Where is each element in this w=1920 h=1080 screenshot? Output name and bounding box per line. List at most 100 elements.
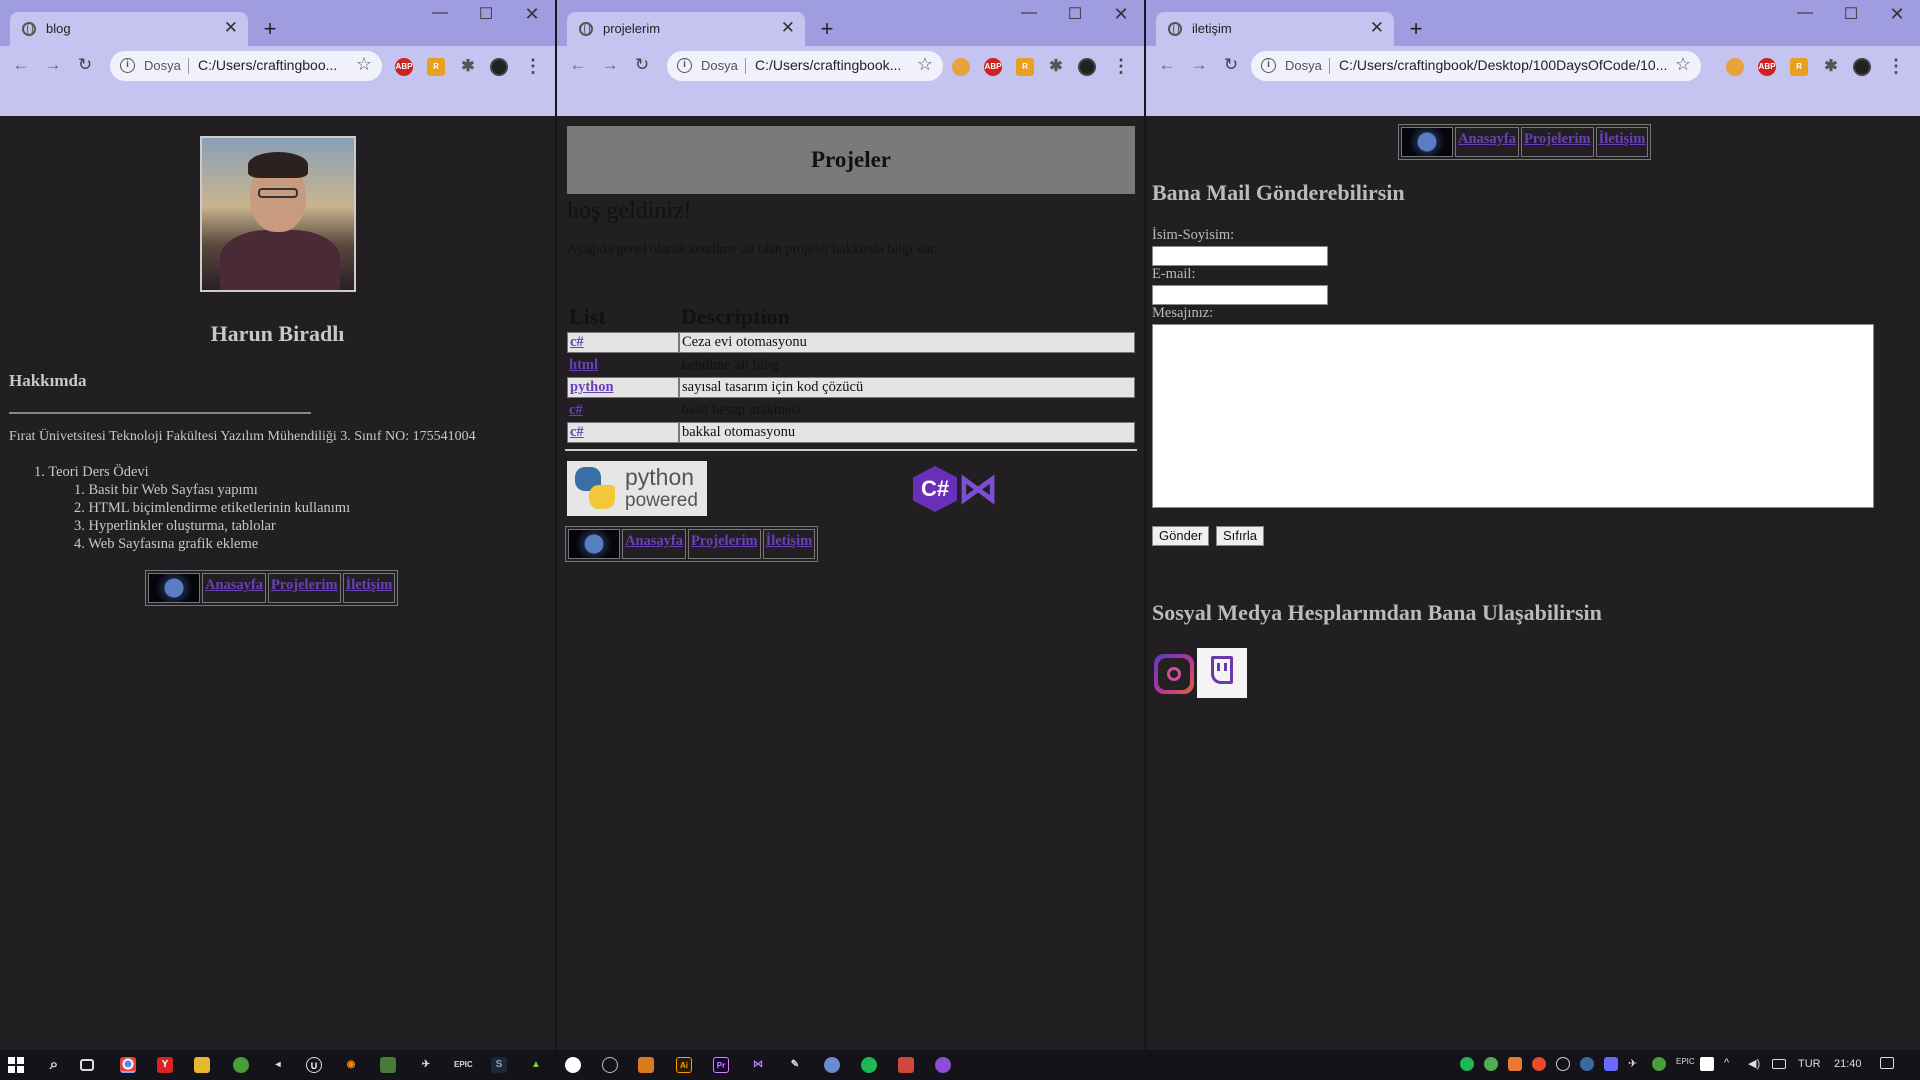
- app-icon[interactable]: ◂: [270, 1057, 286, 1073]
- nav-link-contact[interactable]: İletişim: [342, 573, 396, 603]
- url-text[interactable]: C:/Users/craftingbook/Desktop/100DaysOfC…: [1339, 57, 1669, 73]
- menu-icon[interactable]: ⋮: [1112, 57, 1130, 76]
- profile-avatar[interactable]: [1853, 58, 1871, 76]
- illustrator-icon[interactable]: Ai: [676, 1057, 692, 1073]
- back-button[interactable]: ←: [10, 54, 32, 76]
- notifications-icon[interactable]: [1880, 1057, 1894, 1069]
- submit-button[interactable]: Gönder: [1152, 526, 1210, 546]
- app-icon[interactable]: [935, 1057, 951, 1073]
- bookmark-star-icon[interactable]: ☆: [356, 54, 372, 75]
- app-icon[interactable]: [898, 1057, 914, 1073]
- address-bar[interactable]: i Dosya C:/Users/craftingbook/Desktop/10…: [1251, 51, 1701, 81]
- steam-tray-icon[interactable]: [1580, 1057, 1594, 1071]
- spotify-icon[interactable]: [861, 1057, 877, 1073]
- language-indicator[interactable]: TUR: [1798, 1058, 1821, 1070]
- rss-icon[interactable]: R: [427, 58, 445, 76]
- twitch-icon[interactable]: [1197, 648, 1247, 698]
- maximize-button[interactable]: ☐: [1052, 4, 1098, 24]
- minimize-button[interactable]: —: [1006, 4, 1052, 22]
- menu-icon[interactable]: ⋮: [524, 57, 542, 76]
- close-tab-icon[interactable]: ✕: [1370, 18, 1384, 38]
- chevron-up-icon[interactable]: ^: [1724, 1057, 1738, 1071]
- tab-projelerim[interactable]: projelerim ✕: [567, 12, 805, 46]
- project-link[interactable]: c#: [567, 400, 679, 420]
- blender-icon[interactable]: ◉: [343, 1057, 359, 1073]
- volume-icon[interactable]: ◀): [1748, 1057, 1762, 1071]
- adblock-icon[interactable]: ABP: [1758, 58, 1776, 76]
- extensions-icon[interactable]: ✱: [1047, 58, 1065, 76]
- tray-icon[interactable]: ✈: [1628, 1057, 1642, 1071]
- close-tab-icon[interactable]: ✕: [224, 18, 238, 38]
- tray-icon[interactable]: [1556, 1057, 1570, 1071]
- project-link[interactable]: python: [567, 377, 679, 398]
- app-icon[interactable]: ✈: [418, 1057, 434, 1073]
- name-field[interactable]: [1152, 246, 1328, 266]
- profile-avatar[interactable]: [1078, 58, 1096, 76]
- app-icon[interactable]: [638, 1057, 654, 1073]
- nav-link-projects[interactable]: Projelerim: [688, 529, 761, 559]
- spotify-tray-icon[interactable]: [1460, 1057, 1474, 1071]
- message-textarea[interactable]: [1152, 324, 1874, 508]
- file-explorer-icon[interactable]: [194, 1057, 210, 1073]
- reload-button[interactable]: ↻: [631, 54, 653, 76]
- new-tab-button[interactable]: +: [256, 16, 284, 44]
- instagram-icon[interactable]: [1154, 654, 1194, 694]
- unity-icon[interactable]: U: [306, 1057, 322, 1073]
- adblock-icon[interactable]: ABP: [395, 58, 413, 76]
- chrome-icon[interactable]: [120, 1057, 136, 1073]
- network-icon[interactable]: [1772, 1059, 1786, 1069]
- bookmark-star-icon[interactable]: ☆: [917, 54, 933, 75]
- project-link[interactable]: c#: [567, 332, 679, 353]
- minimize-button[interactable]: —: [1782, 4, 1828, 22]
- app-icon[interactable]: EPIC: [454, 1057, 473, 1073]
- app-icon[interactable]: [565, 1057, 581, 1073]
- tray-icon[interactable]: [1652, 1057, 1666, 1071]
- project-link[interactable]: c#: [567, 422, 679, 443]
- nav-link-projects[interactable]: Projelerim: [1521, 127, 1594, 157]
- minimize-button[interactable]: —: [417, 4, 463, 22]
- visual-studio-icon[interactable]: ⋈: [750, 1057, 766, 1073]
- nav-link-home[interactable]: Anasayfa: [1455, 127, 1520, 157]
- maximize-button[interactable]: ☐: [463, 4, 509, 24]
- adblock-icon[interactable]: ABP: [984, 58, 1002, 76]
- steam-icon[interactable]: S: [491, 1057, 507, 1073]
- tray-icon[interactable]: [1508, 1057, 1522, 1071]
- tab-iletisim[interactable]: iletişim ✕: [1156, 12, 1394, 46]
- address-bar[interactable]: i Dosya C:/Users/craftingbook... ☆: [667, 51, 943, 81]
- close-window-button[interactable]: ✕: [1874, 4, 1920, 25]
- url-text[interactable]: C:/Users/craftingbook...: [755, 57, 913, 73]
- tray-icon[interactable]: EPIC: [1676, 1057, 1695, 1071]
- forward-button[interactable]: →: [599, 54, 621, 76]
- close-window-button[interactable]: ✕: [509, 4, 555, 25]
- nav-link-contact[interactable]: İletişim: [762, 529, 816, 559]
- search-icon[interactable]: ⌕: [46, 1057, 62, 1073]
- back-button[interactable]: ←: [1156, 54, 1178, 76]
- email-field[interactable]: [1152, 285, 1328, 305]
- extension-icon[interactable]: [1726, 58, 1744, 76]
- close-window-button[interactable]: ✕: [1098, 4, 1144, 25]
- reset-button[interactable]: Sıfırla: [1216, 526, 1264, 546]
- reload-button[interactable]: ↻: [74, 54, 96, 76]
- tray-icon[interactable]: [1484, 1057, 1498, 1071]
- new-tab-button[interactable]: +: [1402, 16, 1430, 44]
- app-icon[interactable]: [380, 1057, 396, 1073]
- app-icon[interactable]: [233, 1057, 249, 1073]
- clock[interactable]: 21:40: [1834, 1058, 1862, 1070]
- extensions-icon[interactable]: ✱: [459, 58, 477, 76]
- tab-blog[interactable]: blog ✕: [10, 12, 248, 46]
- nav-link-home[interactable]: Anasayfa: [622, 529, 687, 559]
- app-icon[interactable]: [602, 1057, 618, 1073]
- profile-avatar[interactable]: [490, 58, 508, 76]
- app-icon[interactable]: [824, 1057, 840, 1073]
- android-icon[interactable]: ▲: [528, 1057, 544, 1073]
- app-icon[interactable]: ✎: [787, 1057, 803, 1073]
- nav-link-projects[interactable]: Projelerim: [268, 573, 341, 603]
- bookmark-star-icon[interactable]: ☆: [1675, 54, 1691, 75]
- tray-icon[interactable]: [1700, 1057, 1714, 1071]
- rss-icon[interactable]: R: [1016, 58, 1034, 76]
- rss-icon[interactable]: R: [1790, 58, 1808, 76]
- tray-icon[interactable]: [1604, 1057, 1618, 1071]
- nav-link-home[interactable]: Anasayfa: [202, 573, 267, 603]
- info-icon[interactable]: i: [1261, 58, 1276, 73]
- premiere-icon[interactable]: Pr: [713, 1057, 729, 1073]
